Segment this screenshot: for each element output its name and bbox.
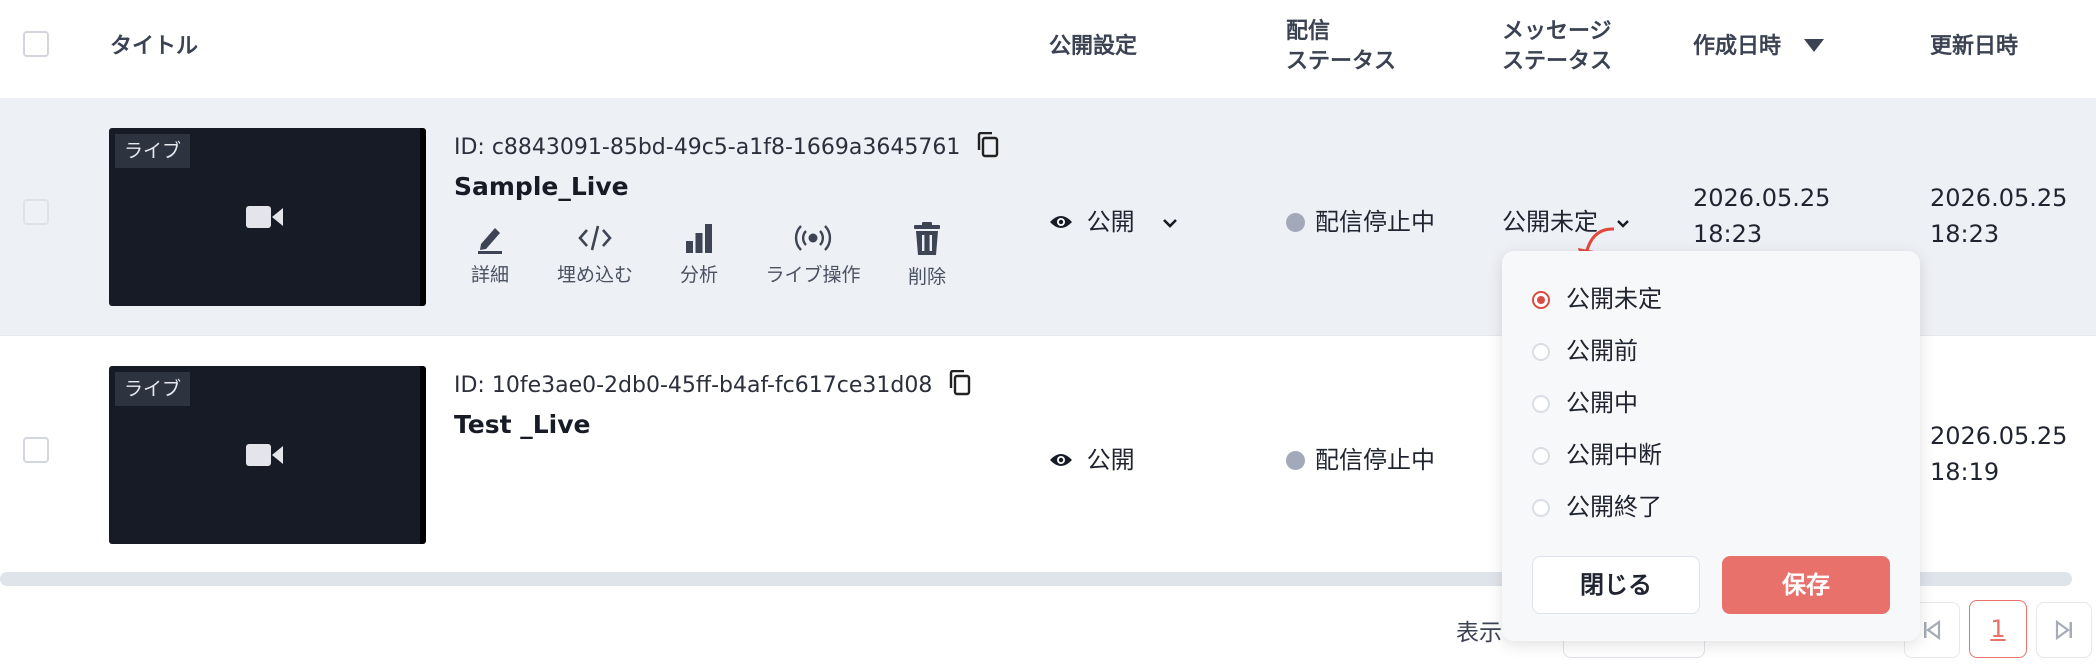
save-button[interactable]: 保存 [1722, 556, 1890, 614]
column-delivery-status-line1: 配信 [1286, 19, 1331, 44]
updated-date-time: 18:19 [1930, 458, 2000, 486]
updated-date-day: 2026.05.25 [1930, 184, 2068, 212]
first-page-icon [1924, 620, 1941, 640]
updated-date: 2026.05.25 18:19 [1930, 418, 2067, 490]
option-before-publish[interactable]: 公開前 [1532, 331, 1638, 371]
close-button[interactable]: 閉じる [1532, 556, 1700, 614]
column-message-status[interactable]: メッセージ ステータス [1502, 17, 1612, 77]
video-id: ID: 10fe3ae0-2db0-45ff-b4af-fc617ce31d08 [454, 369, 971, 398]
video-title[interactable]: Test _Live [454, 410, 590, 439]
trash-icon [914, 222, 940, 255]
radio-icon[interactable] [1532, 499, 1550, 517]
live-badge: ライブ [115, 134, 191, 168]
eye-icon [1050, 216, 1072, 228]
option-suspended[interactable]: 公開中断 [1532, 435, 1662, 475]
detail-action-label: 詳細 [470, 264, 509, 286]
delivery-status: 配信停止中 [1286, 202, 1435, 237]
video-camera-icon [246, 444, 283, 466]
option-label: 公開中 [1566, 389, 1638, 417]
created-date-day: 2026.05.25 [1693, 184, 1831, 212]
video-id: ID: c8843091-85bd-49c5-a1f8-1669a3645761 [454, 131, 999, 160]
pencil-icon [478, 228, 502, 254]
broadcast-icon [794, 225, 832, 251]
eye-icon [1050, 454, 1072, 466]
analytics-action[interactable]: 分析 [644, 222, 754, 287]
column-delivery-status[interactable]: 配信 ステータス [1286, 17, 1396, 77]
delivery-status: 配信停止中 [1286, 440, 1435, 475]
page-number: 1 [1990, 615, 2006, 643]
video-camera-icon [246, 206, 283, 228]
delivery-status-text: 配信停止中 [1315, 208, 1435, 236]
video-thumbnail[interactable]: ライブ [109, 366, 426, 544]
copy-icon[interactable] [949, 369, 971, 396]
video-id-text: ID: c8843091-85bd-49c5-a1f8-1669a3645761 [454, 135, 961, 160]
row-checkbox[interactable] [23, 437, 49, 463]
visibility-value: 公開 [1086, 446, 1135, 474]
page-button-current[interactable]: 1 [1969, 600, 2027, 658]
sort-desc-icon[interactable] [1803, 37, 1825, 53]
delete-action-label: 削除 [907, 266, 946, 288]
option-label: 公開前 [1566, 337, 1638, 365]
updated-date-time: 18:23 [1930, 220, 2000, 248]
visibility-value: 公開 [1086, 208, 1135, 236]
last-page-button[interactable] [2036, 602, 2092, 658]
created-date-time: 18:23 [1693, 220, 1763, 248]
video-title[interactable]: Sample_Live [454, 172, 629, 201]
option-undecided[interactable]: 公開未定 [1532, 279, 1662, 319]
chevron-down-icon [1163, 219, 1178, 228]
column-message-status-line1: メッセージ [1502, 19, 1612, 44]
option-publishing[interactable]: 公開中 [1532, 383, 1638, 423]
embed-action[interactable]: 埋め込む [540, 222, 650, 287]
live-badge: ライブ [115, 372, 191, 406]
status-dot [1286, 213, 1305, 232]
visibility-select[interactable]: 公開 [1049, 202, 1178, 237]
table-header: タイトル 公開設定 配信 ステータス メッセージ ステータス 作成日時 更新日時 [0, 0, 2096, 99]
delete-action[interactable]: 削除 [872, 222, 982, 289]
live-control-action[interactable]: ライブ操作 [758, 222, 868, 287]
row-checkbox[interactable] [23, 199, 49, 225]
updated-date-day: 2026.05.25 [1930, 422, 2068, 450]
option-label: 公開終了 [1566, 493, 1662, 521]
select-all-checkbox[interactable] [23, 31, 49, 57]
column-visibility[interactable]: 公開設定 [1049, 32, 1137, 62]
video-thumbnail[interactable]: ライブ [109, 128, 426, 306]
visibility-select[interactable]: 公開 [1049, 440, 1135, 475]
last-page-icon [2055, 620, 2072, 640]
column-updated-at[interactable]: 更新日時 [1930, 32, 2018, 62]
column-created-at[interactable]: 作成日時 [1693, 32, 1825, 62]
embed-action-label: 埋め込む [556, 264, 633, 286]
message-status-dropdown: 公開未定 公開前 公開中 公開中断 公開終了 閉じる 保存 [1502, 251, 1920, 641]
copy-icon[interactable] [977, 131, 999, 158]
analytics-action-label: 分析 [679, 264, 718, 286]
option-ended[interactable]: 公開終了 [1532, 487, 1662, 527]
radio-icon[interactable] [1532, 447, 1550, 465]
column-delivery-status-line2: ステータス [1286, 49, 1397, 74]
live-control-action-label: ライブ操作 [765, 264, 861, 286]
column-message-status-line2: ステータス [1502, 49, 1613, 74]
video-id-text: ID: 10fe3ae0-2db0-45ff-b4af-fc617ce31d08 [454, 373, 933, 398]
updated-date: 2026.05.25 18:23 [1930, 180, 2067, 252]
column-title[interactable]: タイトル [110, 32, 198, 62]
code-icon [578, 225, 612, 251]
option-label: 公開中断 [1566, 441, 1662, 469]
status-dot [1286, 451, 1305, 470]
radio-icon[interactable] [1532, 395, 1550, 413]
delivery-status-text: 配信停止中 [1315, 446, 1435, 474]
created-date: 2026.05.25 18:23 [1693, 180, 1830, 252]
column-created-at-label: 作成日時 [1693, 34, 1782, 59]
radio-icon[interactable] [1532, 343, 1550, 361]
option-label: 公開未定 [1566, 285, 1662, 313]
bar-chart-icon [686, 224, 712, 253]
display-count-label: 表示 [1456, 620, 1502, 646]
radio-selected-icon[interactable] [1532, 291, 1550, 309]
detail-action[interactable]: 詳細 [435, 222, 545, 287]
